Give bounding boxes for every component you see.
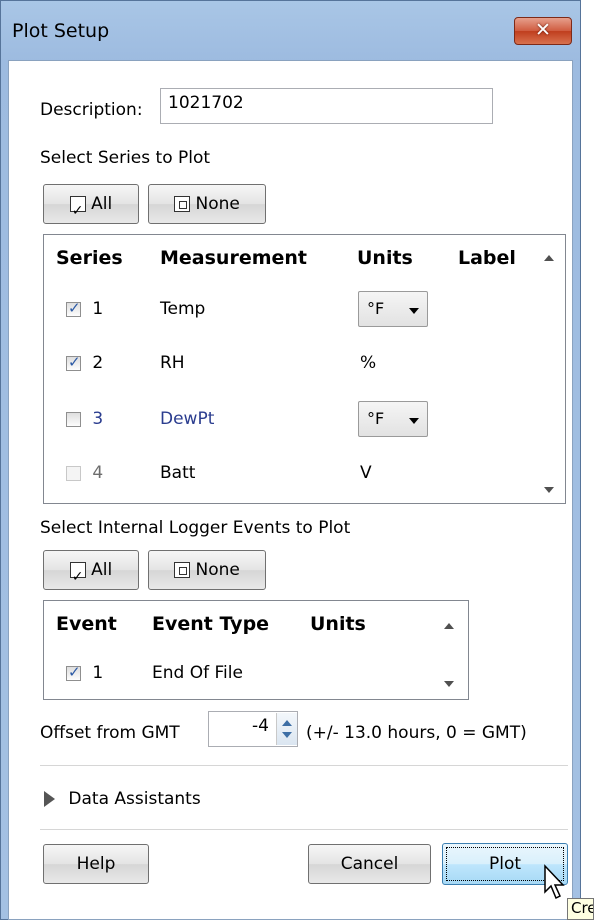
events-heading: Select Internal Logger Events to Plot [40,518,351,538]
offset-label: Offset from GMT [40,723,180,743]
col-event: Event [56,613,117,635]
series-1-checkbox[interactable] [66,299,81,317]
events-table: Event Event Type Units 1 End Of File [43,600,469,700]
spin-down-icon[interactable] [282,732,292,738]
col-measurement: Measurement [160,247,307,269]
measurement-cell: Batt [160,463,196,483]
checkbox-icon [69,558,86,596]
offset-hint: (+/- 13.0 hours, 0 = GMT) [306,723,527,743]
divider [40,829,568,830]
col-label: Label [458,247,516,269]
description-label: Description: [40,100,143,120]
chevron-down-icon [409,418,419,424]
scroll-down-icon[interactable] [542,487,554,495]
series-3-units-dropdown[interactable]: °F [358,401,428,437]
series-none-button[interactable]: None [148,184,266,224]
offset-value: -4 [252,716,269,736]
scroll-up-icon[interactable] [542,255,554,263]
divider [40,765,568,766]
cancel-label: Cancel [340,854,399,874]
table-row: 4 [66,463,103,483]
series-heading: Select Series to Plot [40,148,211,168]
measurement-cell: RH [160,353,185,373]
empty-checkbox-icon [174,562,191,578]
series-3-checkbox[interactable] [66,411,81,427]
help-label: Help [76,854,116,874]
col-series: Series [56,247,123,269]
spin-up-icon[interactable] [282,720,292,726]
tooltip: Cre [567,898,594,920]
data-assistants-label: Data Assistants [68,789,201,809]
event-number: 1 [92,663,104,683]
help-button[interactable]: Help [43,844,149,884]
data-assistants-toggle[interactable]: Data Assistants [44,789,201,809]
measurement-cell: DewPt [160,409,215,429]
table-row: 3 [66,409,103,429]
table-row: 1 [66,299,103,319]
events-all-button[interactable]: All [43,550,139,596]
units-value: °F [367,409,385,428]
tooltip-text: Cre [571,899,594,917]
series-number: 4 [92,463,104,483]
units-value: °F [367,299,385,318]
series-number: 1 [92,299,104,319]
description-input[interactable]: 1021702 [160,88,493,124]
series-number: 3 [92,409,104,429]
scroll-down-icon[interactable] [442,681,454,689]
measurement-cell: Temp [160,299,206,319]
series-all-label: All [91,194,113,214]
events-none-button[interactable]: None [148,550,266,590]
spinner-buttons[interactable] [276,713,297,745]
cancel-button[interactable]: Cancel [308,844,431,884]
window-title: Plot Setup [12,20,110,42]
series-all-button[interactable]: All [43,184,139,230]
background-edge [581,0,594,920]
scroll-up-icon[interactable] [442,623,454,631]
event-type-cell: End Of File [152,663,243,683]
table-row: 1 [66,663,103,683]
close-button[interactable]: ✕ [514,17,572,45]
col-units: Units [357,247,413,269]
units-cell: % [360,353,377,373]
series-4-checkbox [66,465,81,481]
events-all-label: All [91,560,113,580]
series-2-checkbox[interactable] [66,353,81,371]
series-number: 2 [92,353,104,373]
mouse-cursor-icon [544,864,565,900]
units-cell: V [360,463,372,483]
chevron-down-icon [409,308,419,314]
empty-checkbox-icon [174,196,191,212]
series-1-units-dropdown[interactable]: °F [358,291,428,327]
event-1-checkbox[interactable] [66,663,81,681]
description-value: 1021702 [168,93,244,113]
table-row: 2 [66,353,103,373]
col-event-type: Event Type [152,613,270,635]
events-none-label: None [195,560,240,580]
series-table: Series Measurement Units Label 1 Temp °F… [43,234,566,504]
expand-arrow-icon [44,791,55,807]
checkbox-icon [69,192,86,230]
series-none-label: None [195,194,240,214]
col-event-units: Units [310,613,366,635]
close-icon: ✕ [535,19,551,41]
